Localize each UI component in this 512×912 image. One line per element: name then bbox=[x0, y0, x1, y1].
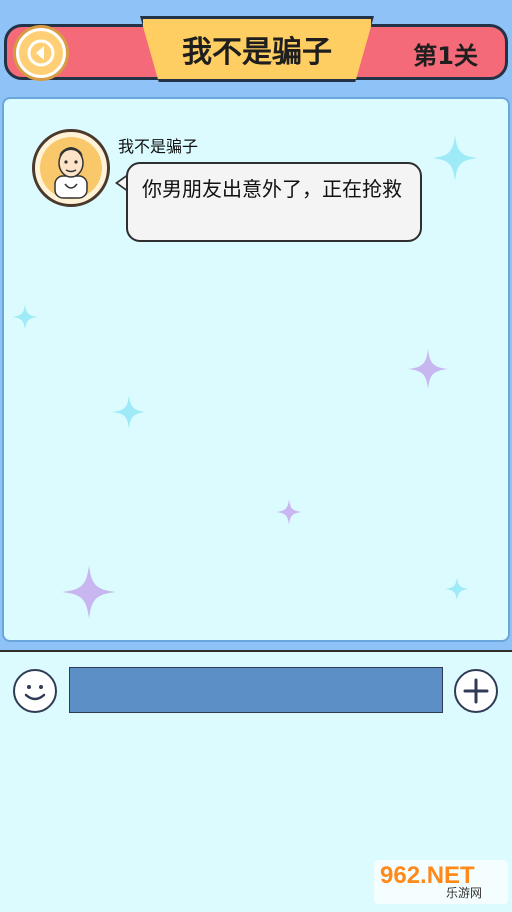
site-watermark: 962.NET 乐游网 bbox=[374, 860, 508, 904]
doctor-avatar-icon bbox=[40, 137, 102, 199]
sparkle-icon bbox=[432, 135, 478, 181]
back-arrow-icon bbox=[27, 39, 55, 67]
add-button[interactable] bbox=[454, 669, 498, 713]
sparkle-icon bbox=[408, 349, 448, 389]
sparkle-icon bbox=[445, 577, 469, 601]
sparkle-icon bbox=[112, 395, 146, 429]
level-title: 我不是骗子 bbox=[182, 35, 332, 70]
chat-panel: 我不是骗子 你男朋友出意外了，正在抢救 bbox=[2, 97, 510, 642]
plus-icon bbox=[463, 678, 489, 704]
sparkle-icon bbox=[62, 565, 116, 619]
smiley-icon bbox=[24, 685, 46, 701]
emoji-button[interactable] bbox=[13, 669, 57, 713]
top-header: 我不是骗子 第1关 bbox=[0, 0, 512, 92]
level-number: 第1关 bbox=[413, 42, 478, 70]
sparkle-icon bbox=[12, 304, 38, 330]
message-input[interactable] bbox=[69, 667, 443, 713]
sender-avatar bbox=[32, 129, 110, 207]
message-bubble: 你男朋友出意外了，正在抢救 bbox=[126, 162, 422, 242]
back-button[interactable] bbox=[16, 28, 66, 78]
sender-name: 我不是骗子 bbox=[118, 137, 199, 156]
watermark-subtitle: 乐游网 bbox=[446, 886, 483, 900]
sparkle-icon bbox=[276, 499, 302, 525]
